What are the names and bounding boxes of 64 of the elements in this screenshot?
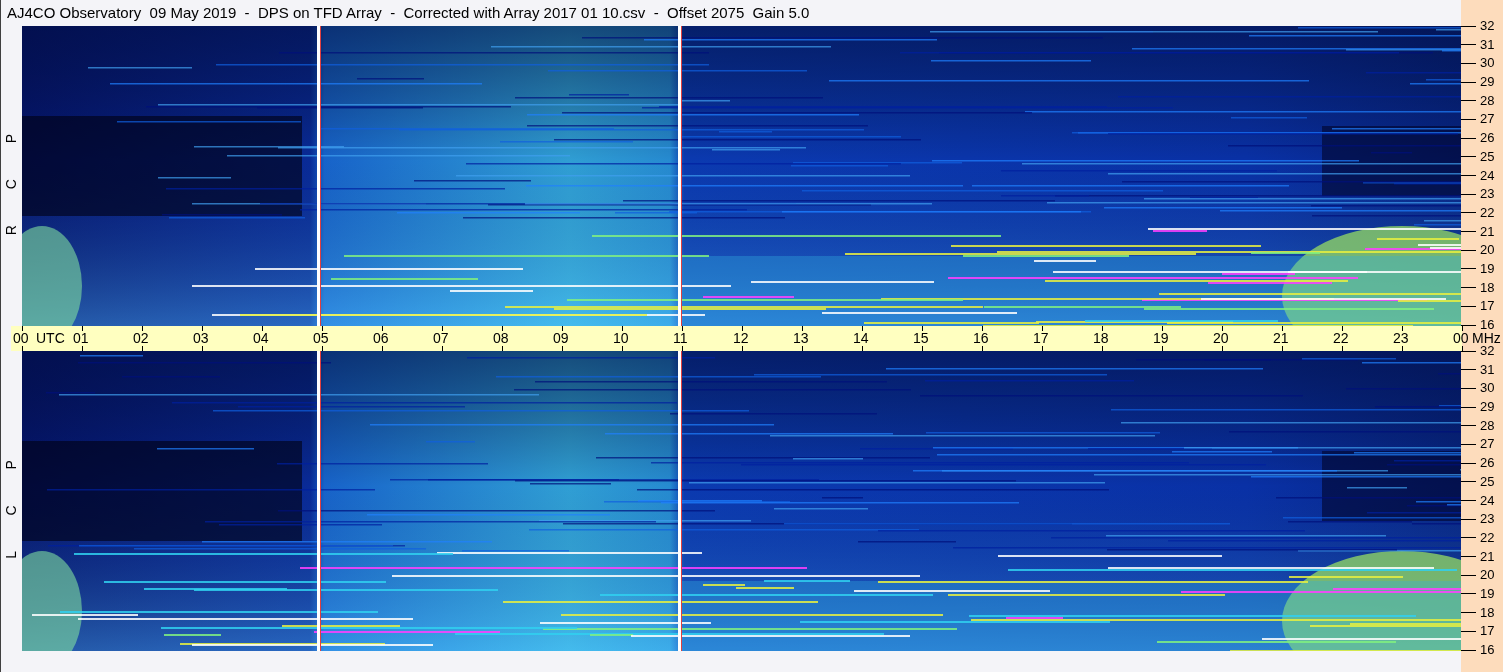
frequency-label: 31 (1480, 361, 1495, 378)
frequency-label: 21 (1480, 223, 1495, 240)
hour-label: 10 (613, 330, 629, 347)
frequency-label: 29 (1480, 74, 1495, 91)
polarization-label: L C P (2, 443, 20, 559)
frequency-label: 32 (1480, 18, 1495, 34)
frequency-label: 16 (1480, 317, 1495, 333)
frequency-label: 26 (1480, 455, 1495, 472)
hour-label: 12 (733, 330, 749, 347)
frequency-label: 16 (1480, 642, 1495, 658)
frequency-label: 23 (1480, 186, 1495, 203)
frequency-label: 17 (1480, 623, 1495, 640)
hour-label: 22 (1333, 330, 1349, 347)
frequency-label: 30 (1480, 55, 1495, 72)
hour-label: 20 (1213, 330, 1229, 347)
frequency-label: 20 (1480, 242, 1495, 259)
frequency-label: 21 (1480, 548, 1495, 565)
polarization-label: R C P (2, 117, 20, 235)
hour-label: 14 (853, 330, 869, 347)
frequency-label: 31 (1480, 36, 1495, 53)
frequency-unit-label: MHz (1472, 330, 1501, 346)
frequency-label: 23 (1480, 511, 1495, 528)
frequency-label: 28 (1480, 92, 1495, 109)
hour-label: 17 (1033, 330, 1049, 347)
hour-label: 15 (913, 330, 929, 347)
frequency-label: 19 (1480, 585, 1495, 602)
frequency-label: 19 (1480, 260, 1495, 277)
hour-label: 21 (1273, 330, 1289, 347)
frequency-label: 30 (1480, 380, 1495, 397)
hour-label: 11 (673, 330, 688, 347)
frequency-label: 25 (1480, 148, 1495, 165)
time-unit-label: UTC (36, 330, 65, 347)
hour-label: 18 (1093, 330, 1109, 347)
frequency-label: 18 (1480, 279, 1495, 296)
frequency-label: 25 (1480, 473, 1495, 490)
hour-label: 19 (1153, 330, 1169, 347)
hour-label: 13 (793, 330, 809, 347)
hour-label: 03 (193, 330, 209, 347)
hour-label: 02 (133, 330, 149, 347)
frequency-label: 28 (1480, 417, 1495, 434)
frequency-label: 22 (1480, 204, 1495, 221)
hour-label: 00 (13, 330, 29, 347)
frequency-label: 24 (1480, 492, 1495, 509)
frequency-label: 27 (1480, 111, 1495, 128)
hour-label: 01 (73, 330, 89, 347)
hour-label: 23 (1393, 330, 1409, 347)
frequency-label: 24 (1480, 167, 1495, 184)
window-title: AJ4CO Observatory 09 May 2019 - DPS on TFD Array - Corrected with Array 2017 01 10.csv - Offset 2075 Gain 5.0 (7, 2, 810, 23)
hour-label: 04 (253, 330, 269, 347)
frequency-label: 20 (1480, 567, 1495, 584)
hour-label: 08 (493, 330, 509, 347)
frequency-label: 17 (1480, 298, 1495, 315)
hour-label: 05 (313, 330, 329, 347)
frequency-label: 29 (1480, 399, 1495, 416)
hour-label: 09 (553, 330, 569, 347)
frequency-label: 22 (1480, 529, 1495, 546)
frequency-label: 32 (1480, 343, 1495, 359)
hour-label: 16 (973, 330, 989, 347)
frequency-label: 26 (1480, 130, 1495, 147)
hour-label: 07 (433, 330, 449, 347)
frequency-label: 27 (1480, 436, 1495, 453)
frequency-label: 18 (1480, 604, 1495, 621)
hour-label: 06 (373, 330, 389, 347)
hour-label: 00 (1453, 330, 1469, 347)
